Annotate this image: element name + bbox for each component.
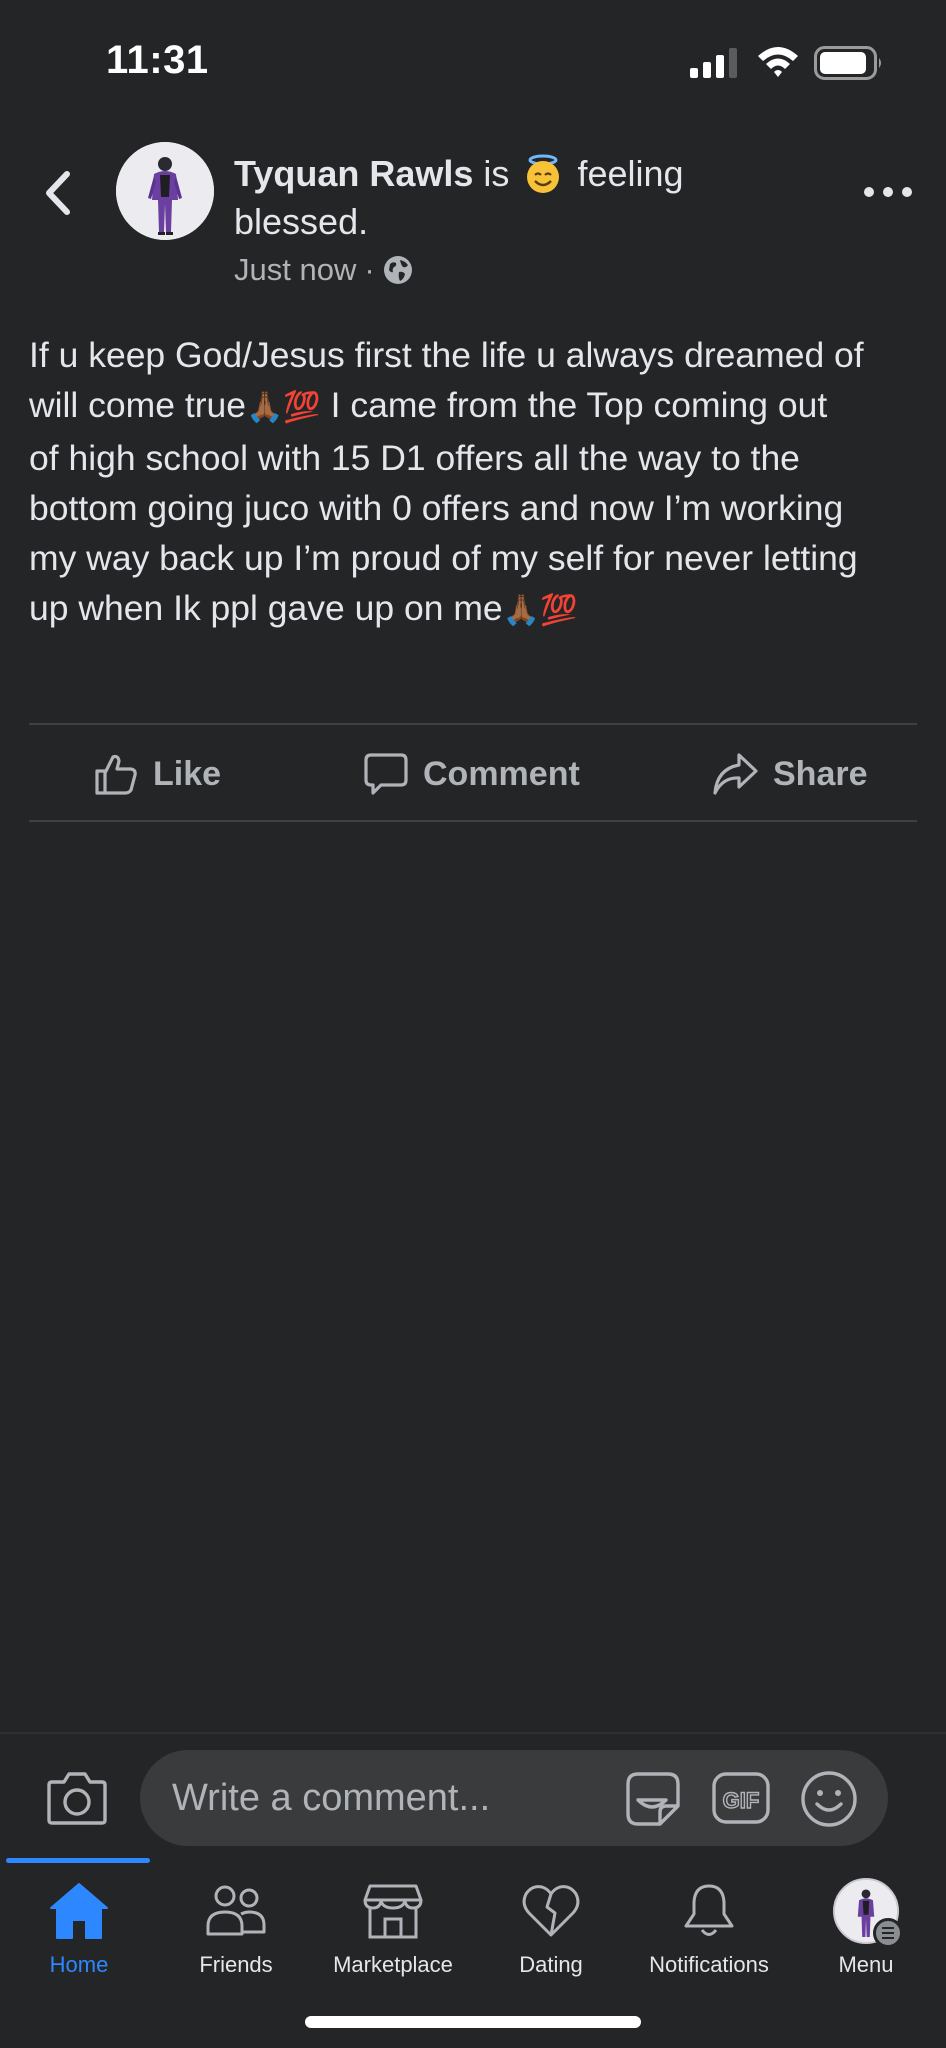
menu-avatar (833, 1878, 903, 1948)
post-line: bottom going juco with 0 offers and now … (29, 488, 844, 528)
gif-icon: GIF (712, 1772, 770, 1824)
author-name[interactable]: Tyquan Rawls (234, 153, 473, 194)
globe-icon (383, 256, 412, 284)
post-line: will come true (29, 385, 247, 425)
menu-lines-icon (873, 1918, 903, 1948)
post-actions: Like Comment Share (29, 726, 917, 822)
dot-icon (864, 187, 874, 197)
home-indicator (305, 2016, 641, 2028)
chevron-left-icon (46, 171, 70, 215)
share-label: Share (773, 754, 868, 793)
share-arrow-icon (713, 753, 758, 795)
divider (29, 723, 917, 725)
tab-label: Dating (519, 1952, 583, 1977)
post-line: of high school with 15 D1 offers all the… (29, 438, 800, 478)
comment-input[interactable]: Write a comment... GIF (140, 1750, 888, 1846)
meta-separator: · (364, 252, 375, 287)
wifi-icon (758, 47, 798, 77)
active-tab-indicator (6, 1858, 150, 1863)
bell-icon (684, 1884, 734, 1936)
post-line: I came from the Top coming out (320, 385, 828, 425)
pray-emoji: 🙏🏾 (246, 391, 284, 424)
is-word: is (483, 153, 510, 194)
tab-label: Marketplace (333, 1952, 453, 1977)
comment-composer: Write a comment... GIF (0, 1732, 946, 1858)
emoji-button[interactable] (800, 1770, 858, 1828)
dot-icon (902, 187, 912, 197)
tab-home[interactable]: Home (0, 1878, 158, 1988)
tab-label: Friends (199, 1952, 273, 1977)
dot-icon (883, 187, 893, 197)
friends-icon (206, 1885, 266, 1936)
more-options-button[interactable] (864, 178, 912, 206)
feeling-value: blessed. (234, 201, 369, 242)
hundred-emoji: 💯 (540, 594, 578, 627)
heart-icon (522, 1885, 580, 1937)
camera-button[interactable] (46, 1770, 108, 1826)
tab-marketplace[interactable]: Marketplace (314, 1878, 472, 1988)
comment-placeholder: Write a comment... (172, 1777, 491, 1819)
post-line: If u keep God/Jesus first the life u alw… (29, 335, 864, 375)
status-bar: 11:31 (0, 0, 946, 120)
tab-notifications[interactable]: Notifications (630, 1878, 788, 1988)
post-meta: Just now · (234, 252, 413, 288)
smiling-halo-emoji-icon (527, 154, 560, 193)
hundred-emoji: 💯 (283, 391, 321, 424)
cellular-signal-icon (690, 48, 737, 78)
comment-button[interactable]: Comment (363, 751, 580, 797)
status-time: 11:31 (106, 38, 209, 82)
post-header: Tyquan Rawls is feeling blessed. (234, 150, 854, 246)
tab-label: Notifications (649, 1952, 769, 1977)
post-line: up when Ik ppl gave up on me (29, 588, 503, 628)
tab-menu[interactable]: Menu (787, 1878, 945, 1988)
svg-text:GIF: GIF (723, 1788, 760, 1813)
author-avatar[interactable] (116, 142, 214, 240)
back-button[interactable] (36, 166, 80, 220)
camera-icon (47, 1772, 107, 1825)
gif-button[interactable]: GIF (712, 1772, 770, 1824)
feeling-text: feeling (577, 153, 684, 194)
post-line: my way back up I’m proud of my self for … (29, 538, 858, 578)
tab-label: Home (49, 1952, 109, 1977)
smiley-icon (801, 1771, 857, 1827)
divider (29, 820, 917, 822)
comment-label: Comment (423, 754, 580, 793)
tab-friends[interactable]: Friends (157, 1878, 315, 1988)
tab-label: Menu (838, 1952, 894, 1977)
person-figure-icon (116, 142, 214, 240)
pray-emoji: 🙏🏾 (502, 594, 541, 627)
battery-icon (814, 46, 881, 80)
like-button[interactable]: Like (93, 751, 221, 797)
share-button[interactable]: Share (711, 751, 868, 797)
post-body: If u keep God/Jesus first the life u alw… (29, 330, 919, 636)
post-timestamp[interactable]: Just now (234, 252, 356, 288)
sticker-icon (626, 1772, 680, 1826)
home-icon (50, 1883, 108, 1939)
like-label: Like (153, 754, 222, 793)
sticker-button[interactable] (624, 1770, 682, 1828)
tab-dating[interactable]: Dating (472, 1878, 630, 1988)
speech-bubble-icon (364, 753, 408, 795)
storefront-icon (363, 1884, 423, 1939)
thumbs-up-icon (95, 754, 137, 795)
